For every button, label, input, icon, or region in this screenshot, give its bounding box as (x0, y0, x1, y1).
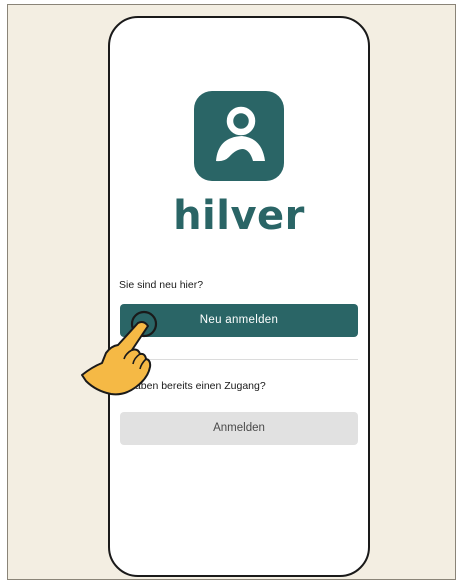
tap-hand-icon (81, 310, 158, 396)
brand-wordmark: hilver (173, 193, 305, 239)
login-button[interactable]: Anmelden (120, 412, 358, 445)
app-logo (194, 91, 284, 181)
phone-frame: hilver Sie sind neu hier? Neu anmelden S… (108, 16, 370, 577)
illustration-canvas: hilver Sie sind neu hier? Neu anmelden S… (7, 4, 456, 580)
new-user-question: Sie sind neu hier? (119, 279, 204, 291)
person-icon (216, 106, 265, 162)
